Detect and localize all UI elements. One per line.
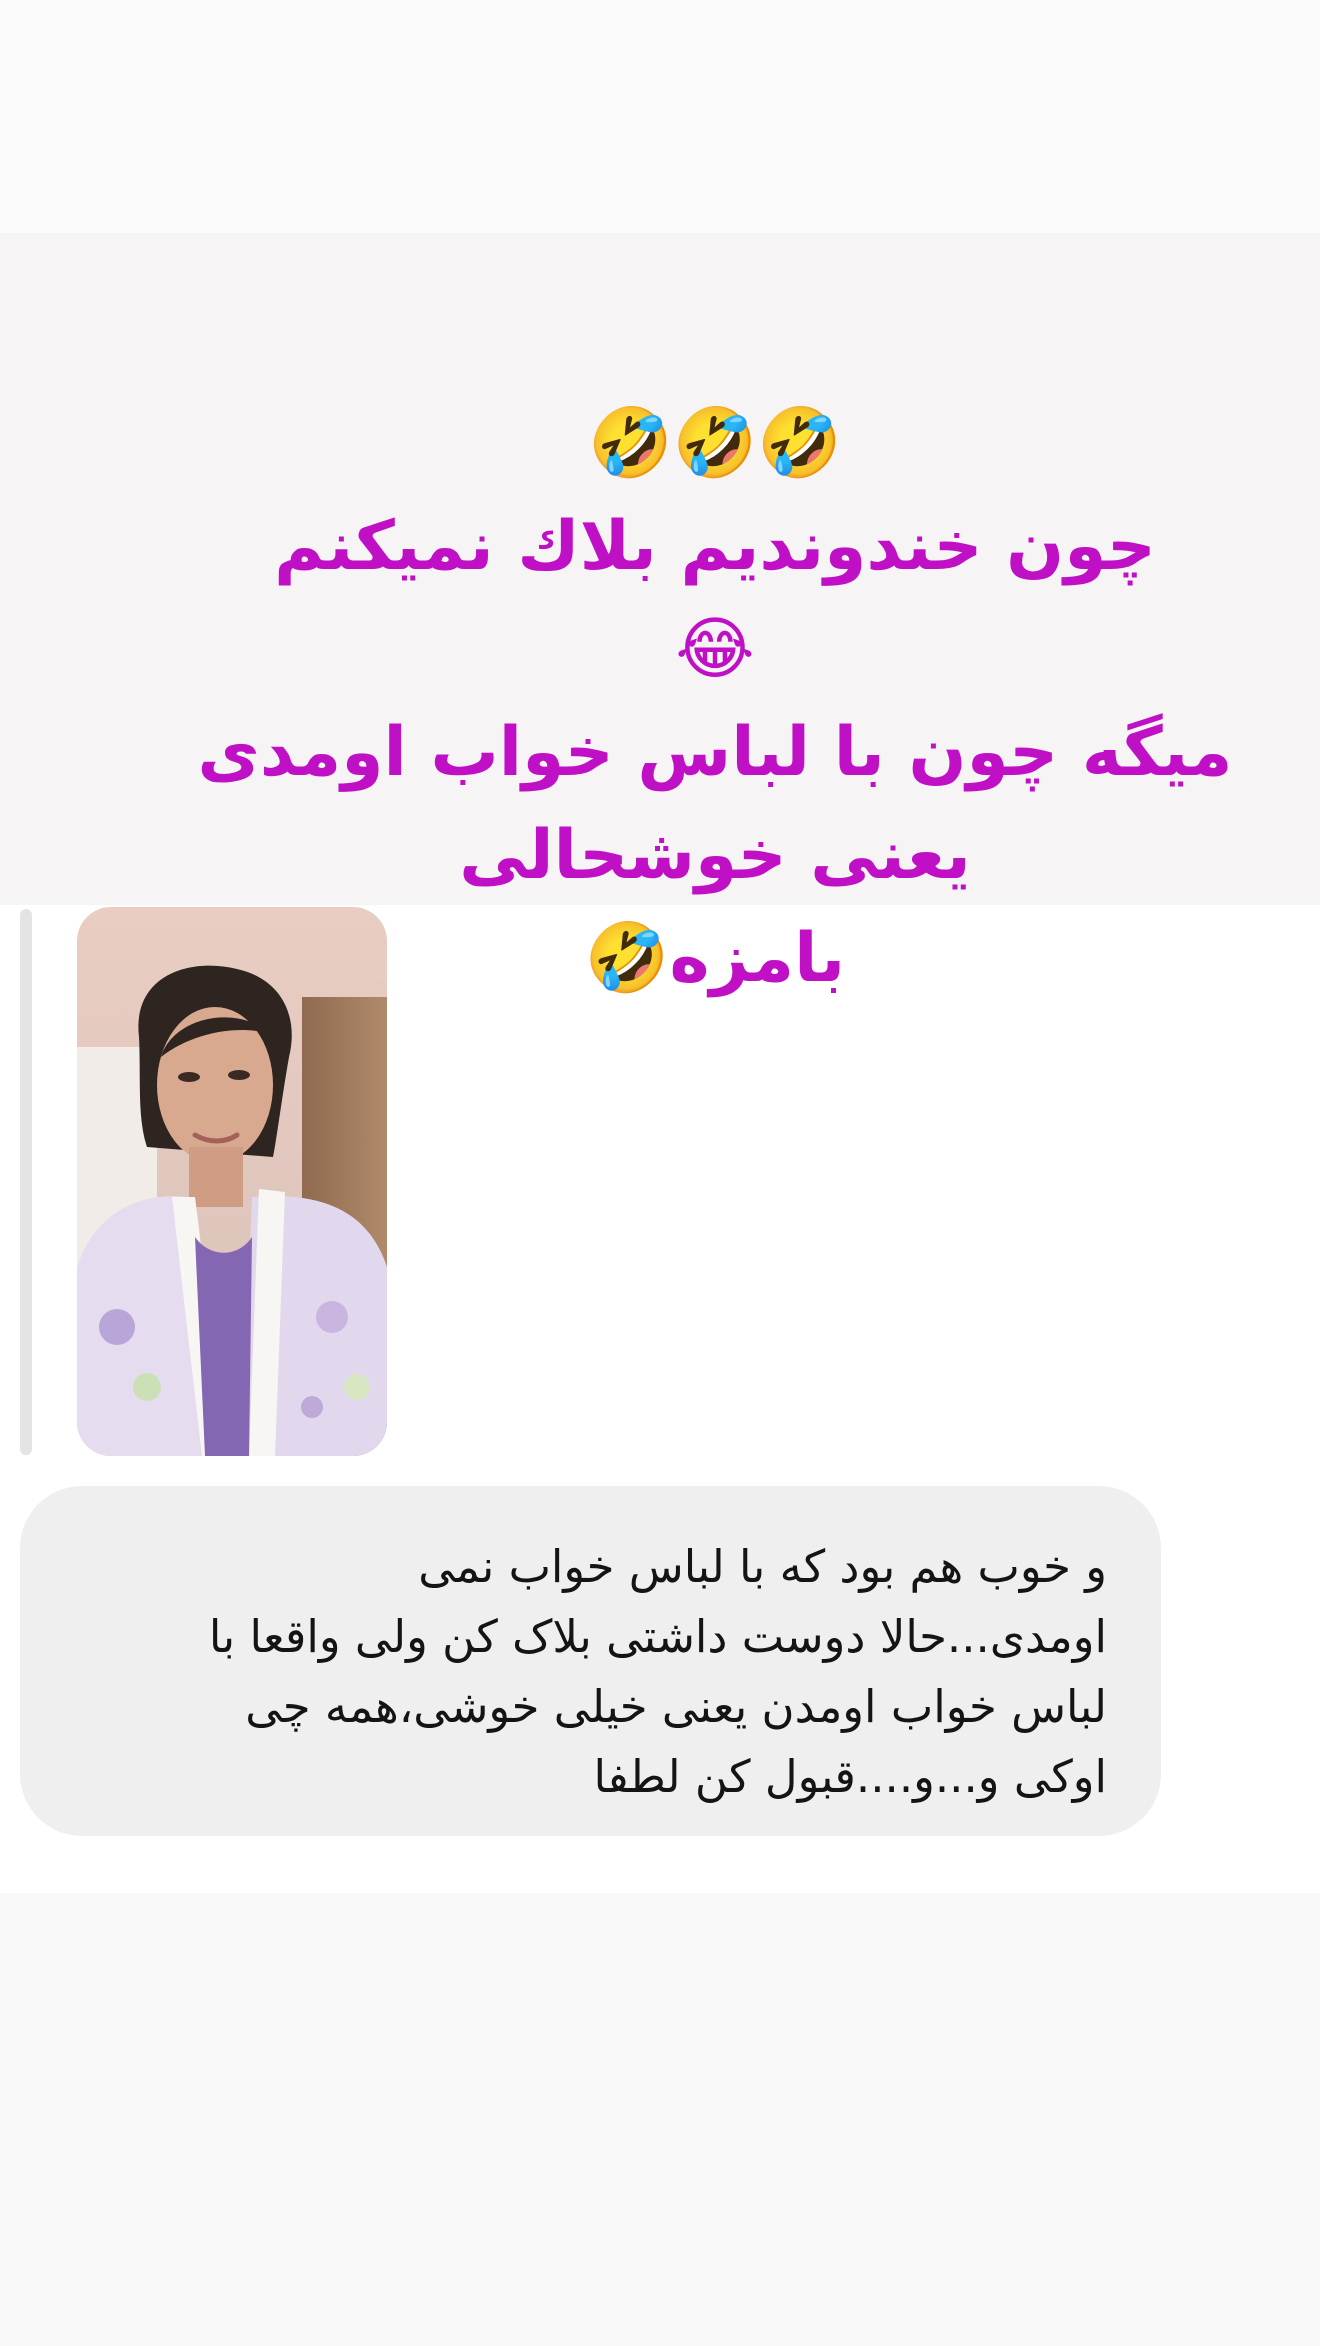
caption-line-3: 😂	[675, 610, 755, 689]
caption-line-1: 🤣🤣🤣	[587, 404, 842, 483]
message-bubble[interactable]: و خوب هم بود که با لباس خواب نمی اومدی..…	[20, 1486, 1161, 1836]
message-text: و خوب هم بود که با لباس خواب نمی اومدی..…	[208, 1540, 1107, 1803]
bottom-area	[0, 1893, 1320, 2346]
caption-line-5: یعنی خوشحالی	[459, 816, 971, 895]
caption-line-2: چون خندوندیم بلاك نمیكنم	[274, 507, 1156, 586]
story-caption: 🤣🤣🤣 چون خندوندیم بلاك نمیكنم 😂 میگه چون …	[140, 392, 1290, 1010]
reply-indicator-bar	[20, 909, 32, 1455]
top-background	[0, 0, 1320, 233]
caption-line-4: میگه چون با لباس خواب اومدی	[197, 713, 1233, 792]
caption-line-6: بامزه🤣	[584, 919, 846, 998]
